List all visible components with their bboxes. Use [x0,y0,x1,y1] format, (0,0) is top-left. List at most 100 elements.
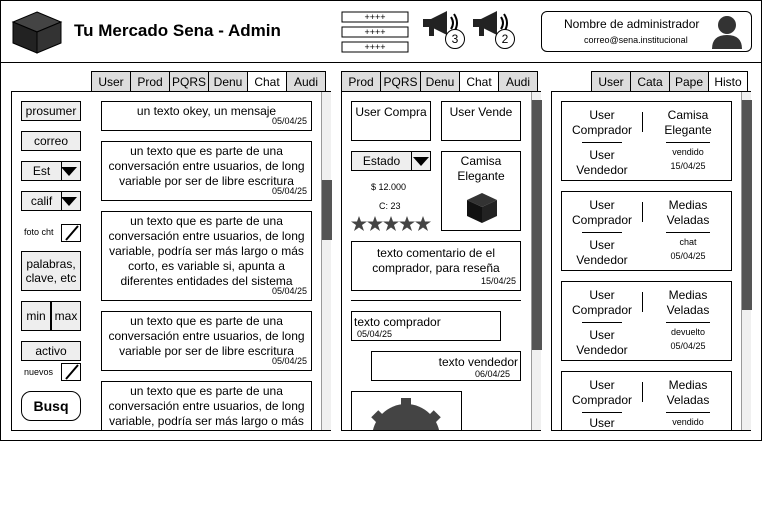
admin-name: Nombre de administrador [564,17,700,31]
tab-user[interactable]: User [591,71,631,92]
tab-chat[interactable]: Chat [459,71,499,92]
seller-chat-text: texto vendedor [438,355,518,369]
chevron-down-icon [61,197,77,206]
history-card[interactable]: User Comprador Medias Veladas User Vende… [561,281,732,361]
product-label: Medias Veladas [666,378,710,407]
product-label: Camisa Elegante [664,108,712,137]
calif-select-label: calif [22,192,62,210]
history-card[interactable]: User Comprador Medias Veladas User Vende… [561,191,732,271]
message-date: 05/04/25 [271,286,307,296]
keywords-input[interactable]: palabras, clave, etc [21,251,81,291]
left-scrollbar[interactable] [321,92,332,430]
tab-pape[interactable]: Pape [669,71,709,92]
calif-select[interactable]: calif [21,191,81,211]
estado-select[interactable]: Est [21,161,81,181]
divider [351,300,521,301]
scroll-thumb[interactable] [742,100,752,310]
review-date: 15/04/25 [480,276,516,286]
buyer-label: User Comprador [571,108,633,137]
tab-prod[interactable]: Prod [130,71,170,92]
review-box: texto comentario de el comprador, para r… [351,241,521,291]
svg-text:++++: ++++ [364,42,385,52]
app-frame: Tu Mercado Sena - Admin ++++ ++++ ++++ 3 [0,0,762,441]
middle-tabs: Prod PQRS Denu Chat Audi [341,71,538,92]
tab-pqrs[interactable]: PQRS [380,71,421,92]
buyer-chat-text: texto comprador [354,315,441,329]
tab-denu[interactable]: Denu [208,71,248,92]
divider [582,412,622,413]
right-scrollbar[interactable] [741,92,752,430]
message-text: un texto que es parte de una conversació… [108,214,305,288]
tab-histo[interactable]: Histo [708,71,748,92]
divider [666,232,710,233]
divider [642,202,643,222]
foto-chat-checkbox[interactable] [61,224,81,242]
seller-label: User [589,416,615,430]
chevron-down-icon [413,157,429,166]
seller-chat-bubble: texto vendedor 06/04/25 [371,351,521,381]
chat-message[interactable]: un texto que es parte de una conversació… [101,141,312,201]
divider [582,322,622,323]
box-logo-icon [11,11,63,54]
scroll-thumb[interactable] [532,100,542,350]
filter-prosumer-button[interactable]: prosumer [21,101,81,121]
estado-select[interactable]: Estado [351,151,431,171]
status-label: chat [679,237,697,247]
product-count: C: 23 [379,201,401,211]
app-title: Tu Mercado Sena - Admin [74,21,281,40]
min-input[interactable]: min [21,301,51,331]
tab-audi[interactable]: Audi [286,71,326,92]
review-text: texto comentario de el comprador, para r… [372,246,500,275]
message-text: un texto que es parte de una conversació… [108,314,305,358]
seller-label: User Vendedor [576,148,628,177]
chat-message[interactable]: un texto que es parte de una conversació… [101,311,312,371]
admin-email: correo@sena.institucional [584,35,688,45]
product-label: Medias Veladas [666,288,710,317]
divider [582,232,622,233]
tab-prod[interactable]: Prod [341,71,381,92]
filter-correo-button[interactable]: correo [21,131,81,151]
notification-megaphone-2[interactable]: 2 [471,9,517,51]
box-icon [467,193,497,223]
chat-message[interactable]: un texto okey, un mensaje 05/04/25 [101,101,312,131]
svg-text:++++: ++++ [364,12,385,22]
max-input[interactable]: max [51,301,81,331]
product-price: $ 12.000 [371,182,407,192]
buyer-label: User Comprador [571,198,633,227]
image-preview[interactable] [351,391,462,430]
server-stack-icon[interactable]: ++++ ++++ ++++ [341,11,409,53]
admin-profile-box[interactable]: Nombre de administrador correo@sena.inst… [541,11,752,52]
top-header: Tu Mercado Sena - Admin ++++ ++++ ++++ 3 [1,1,762,63]
chat-message[interactable]: un texto que es parte de una conversació… [101,381,312,430]
buyer-label: User Comprador [571,288,633,317]
product-card[interactable]: Camisa Elegante [441,151,521,231]
buyer-label: User Comprador [571,378,633,407]
star-icon [351,216,431,231]
tab-denu[interactable]: Denu [420,71,460,92]
rating-stars [351,216,431,231]
buyer-chat-bubble: texto comprador 05/04/25 [351,311,501,341]
tab-chat[interactable]: Chat [247,71,287,92]
scroll-thumb[interactable] [322,180,332,240]
search-button[interactable]: Busq [21,391,81,421]
activo-button[interactable]: activo [21,341,81,361]
tab-audi[interactable]: Audi [498,71,538,92]
tab-cata[interactable]: Cata [630,71,670,92]
message-text: un texto okey, un mensaje [136,104,277,118]
buyer-chat-date: 05/04/25 [357,329,393,339]
tab-user[interactable]: User [91,71,131,92]
chat-message[interactable]: un texto que es parte de una conversació… [101,211,312,301]
history-card[interactable]: User Comprador Camisa Elegante User Vend… [561,101,732,181]
estado-select-label: Est [22,162,62,180]
date-label: 15/04/25 [670,161,706,171]
history-card[interactable]: User Comprador Medias Veladas User vendi… [561,371,732,430]
tab-pqrs[interactable]: PQRS [169,71,209,92]
svg-text:++++: ++++ [364,27,385,37]
user-buyer-link[interactable]: User Compra [351,101,431,141]
foto-chat-label: foto cht [24,227,54,237]
user-seller-link[interactable]: User Vende [441,101,521,141]
nuevos-checkbox[interactable] [61,363,81,381]
middle-scrollbar[interactable] [531,92,542,430]
notification-megaphone-1[interactable]: 3 [421,9,467,51]
pencil-icon [65,225,79,241]
